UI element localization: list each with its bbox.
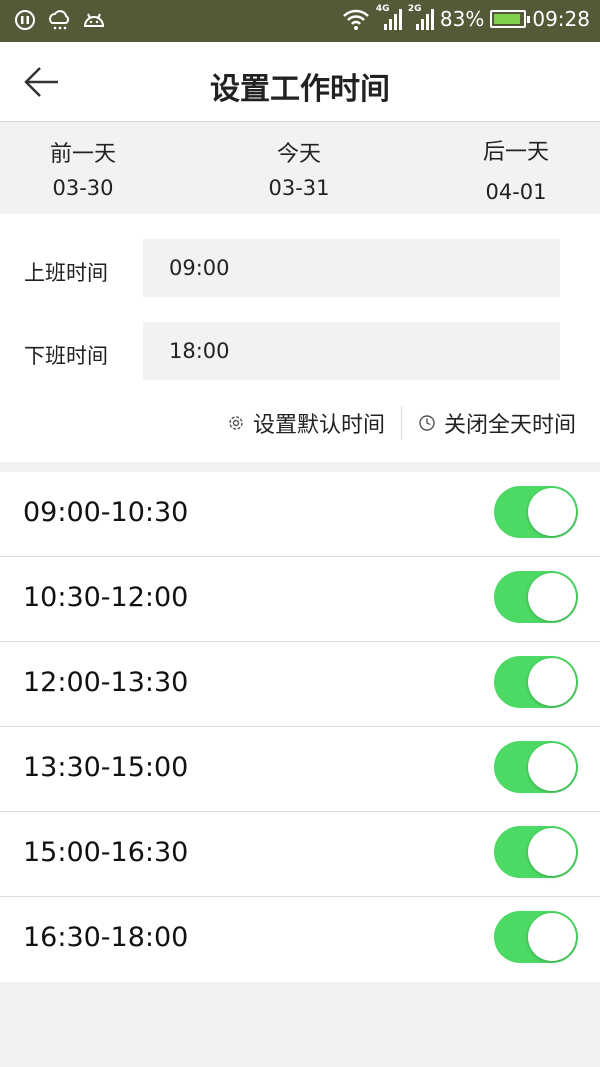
time-slot-toggle[interactable] xyxy=(494,571,578,623)
end-time-label: 下班时间 xyxy=(24,344,108,368)
time-slot-label: 13:30-15:00 xyxy=(23,752,189,783)
next-day-label: 后一天 xyxy=(482,140,549,165)
time-slot-row: 13:30-15:00 xyxy=(0,727,600,812)
battery-percent: 83% xyxy=(439,7,485,31)
start-time-field[interactable]: 09:00 xyxy=(143,239,560,297)
clock-icon xyxy=(419,415,435,431)
toggle-knob xyxy=(528,828,576,876)
today-label: 今天 xyxy=(276,142,321,167)
work-time-actions: 设置默认时间 关闭全天时间 xyxy=(227,406,576,440)
work-time-section: 上班时间 09:00 下班时间 18:00 设置默认时间 关闭全天时间 xyxy=(0,214,600,462)
prev-day-button[interactable]: 前一天 03-30 xyxy=(3,136,163,200)
status-left-icons xyxy=(14,9,106,31)
page-title: 设置工作时间 xyxy=(210,72,390,107)
close-all-day-label: 关闭全天时间 xyxy=(443,413,576,438)
next-day-button[interactable]: 后一天 04-01 xyxy=(436,134,596,204)
status-right-icons: 4G 2G 83% 09:28 xyxy=(342,4,590,32)
toggle-knob xyxy=(528,488,576,536)
today-date: 03-31 xyxy=(268,176,330,200)
next-day-date: 04-01 xyxy=(485,180,547,204)
notification-icon xyxy=(15,10,35,30)
time-slot-toggle[interactable] xyxy=(494,911,578,963)
prev-day-label: 前一天 xyxy=(49,142,116,167)
time-slot-toggle[interactable] xyxy=(494,486,578,538)
close-all-day-button[interactable]: 关闭全天时间 xyxy=(418,407,576,439)
gear-icon xyxy=(229,416,243,430)
time-slot-label: 16:30-18:00 xyxy=(23,922,189,953)
toggle-knob xyxy=(528,658,576,706)
time-slot-toggle[interactable] xyxy=(494,826,578,878)
toggle-knob xyxy=(528,913,576,961)
wifi-icon xyxy=(343,9,369,30)
time-slot-row: 15:00-16:30 xyxy=(0,812,600,897)
time-slot-row: 10:30-12:00 xyxy=(0,557,600,642)
time-slot-toggle[interactable] xyxy=(494,741,578,793)
signal-4g-icon: 4G xyxy=(376,4,402,32)
prev-day-date: 03-30 xyxy=(52,176,114,200)
end-time-field[interactable]: 18:00 xyxy=(143,322,560,380)
actions-divider xyxy=(400,406,402,440)
weather-icon xyxy=(49,10,70,30)
time-slot-label: 12:00-13:30 xyxy=(23,667,189,698)
today-button[interactable]: 今天 03-31 xyxy=(219,136,379,200)
time-slot-label: 09:00-10:30 xyxy=(23,497,189,528)
time-slot-toggle[interactable] xyxy=(494,656,578,708)
status-clock: 09:28 xyxy=(532,7,590,31)
time-slot-row: 09:00-10:30 xyxy=(0,472,600,557)
start-time-label: 上班时间 xyxy=(24,261,108,285)
day-selector: 前一天 03-30 今天 03-31 后一天 04-01 xyxy=(0,122,600,214)
android-icon xyxy=(83,13,105,27)
time-slot-label: 15:00-16:30 xyxy=(23,837,189,868)
toggle-knob xyxy=(528,573,576,621)
battery-charging-icon xyxy=(490,10,531,28)
status-bar: 4G 2G 83% 09:28 xyxy=(0,0,600,42)
time-slot-row: 12:00-13:30 xyxy=(0,642,600,727)
app-header: 设置工作时间 xyxy=(0,42,600,122)
signal-2g-icon: 2G xyxy=(408,4,434,32)
toggle-knob xyxy=(528,743,576,791)
time-slot-row: 16:30-18:00 xyxy=(0,897,600,982)
set-default-time-label: 设置默认时间 xyxy=(252,413,385,438)
time-slot-label: 10:30-12:00 xyxy=(23,582,189,613)
set-default-time-button[interactable]: 设置默认时间 xyxy=(227,407,385,439)
time-slot-list: 09:00-10:30 10:30-12:00 12:00-13:30 13:3… xyxy=(0,472,600,982)
